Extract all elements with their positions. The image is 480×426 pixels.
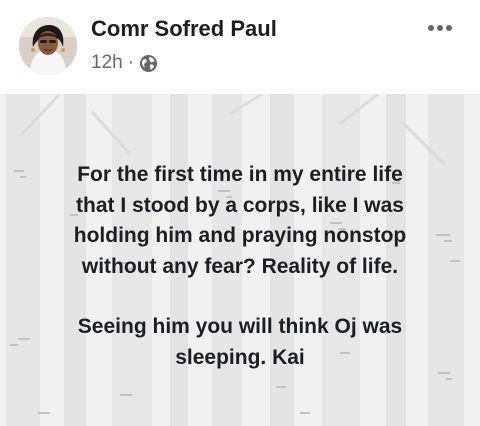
post-body-text: For the first time in my entire life tha… bbox=[30, 160, 450, 373]
post-timestamp[interactable]: 12h bbox=[91, 52, 123, 74]
meta-separator: · bbox=[127, 52, 135, 73]
post-meta: 12h · bbox=[91, 51, 158, 75]
avatar-image bbox=[19, 17, 77, 75]
globe-icon[interactable] bbox=[139, 54, 158, 73]
post-text-line: holding him and praying nonstop bbox=[73, 224, 407, 247]
more-options-icon bbox=[428, 25, 452, 31]
post-text-line: that I stood by a corps, like I was bbox=[76, 193, 404, 217]
post-text-line: sleeping. Kai bbox=[175, 345, 305, 369]
more-options-button[interactable] bbox=[420, 14, 460, 42]
post-paragraph: Seeing him you will think Oj was sleepin… bbox=[30, 312, 450, 373]
author-name[interactable]: Comr Sofred Paul bbox=[91, 16, 277, 42]
post-text-line: Seeing him you will think Oj was bbox=[77, 315, 403, 338]
facebook-post: Comr Sofred Paul 12h · For the first tim… bbox=[0, 0, 480, 426]
post-text-line: without any fear? Reality of life. bbox=[81, 254, 399, 278]
author-avatar[interactable] bbox=[19, 17, 77, 75]
post-text-line: For the first time in my entire life bbox=[77, 163, 403, 186]
post-header: Comr Sofred Paul 12h · bbox=[0, 0, 480, 94]
post-paragraph: For the first time in my entire life tha… bbox=[30, 160, 450, 282]
